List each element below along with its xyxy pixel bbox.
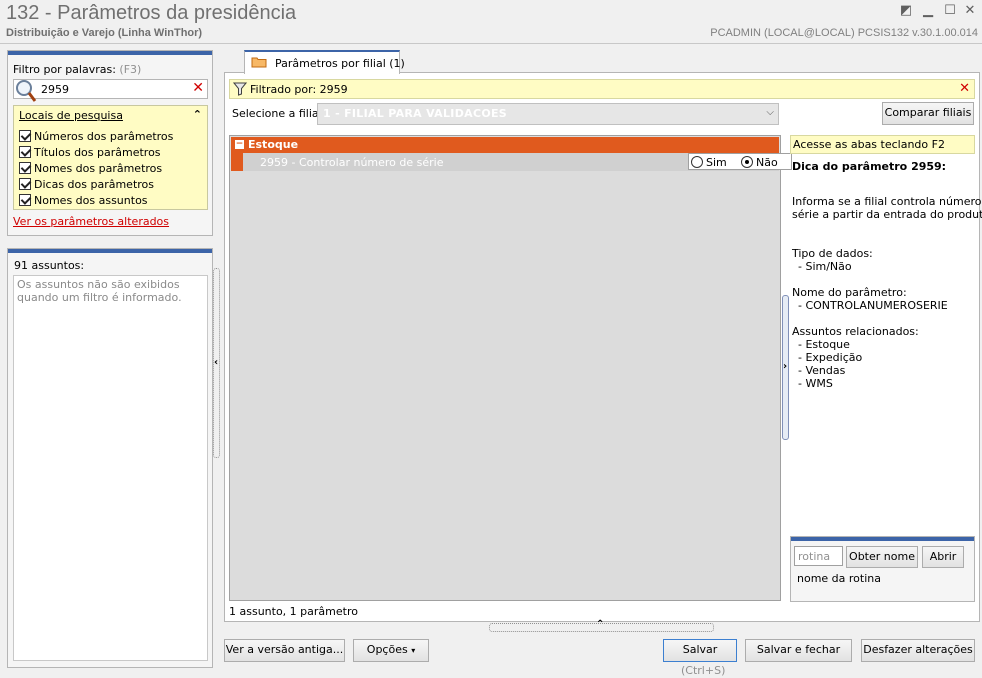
- checkbox-numbers[interactable]: Números dos parâmetros: [19, 128, 173, 144]
- radio-nao-label[interactable]: Não: [756, 156, 778, 169]
- help-tip: Acesse as abas teclando F2: [790, 135, 975, 154]
- checkbox-icon: [19, 178, 31, 190]
- help-tip-text: Acesse as abas teclando F2: [793, 138, 945, 151]
- group-label: Estoque: [248, 138, 299, 151]
- rotina-placeholder: rotina: [798, 550, 831, 563]
- checkbox-tips[interactable]: Dicas dos parâmetros: [19, 176, 154, 192]
- subjects-count: 91 assuntos:: [14, 259, 85, 272]
- panel-accent: [791, 537, 974, 541]
- subjects-panel: 91 assuntos: Os assuntos não são exibido…: [7, 248, 213, 668]
- abrir-button[interactable]: Abrir: [922, 546, 964, 568]
- help-param-name-value: - CONTROLANUMEROSERIE: [798, 299, 948, 312]
- clear-filter-icon[interactable]: ✕: [959, 81, 970, 96]
- parameter-options: Sim Não: [688, 153, 792, 170]
- help-param-name-label: Nome do parâmetro:: [792, 286, 907, 299]
- user-info: PCADMIN (LOCAL@LOCAL) PCSIS132 v.30.1.00…: [710, 27, 978, 39]
- filter-label-text: Filtro por palavras:: [13, 63, 116, 76]
- minimize-icon[interactable]: ▁: [920, 4, 936, 18]
- parameter-row[interactable]: 2959 - Controlar número de série Sim Não: [231, 153, 792, 171]
- chevron-up-icon[interactable]: ⌃: [596, 619, 604, 630]
- rotina-input[interactable]: rotina: [794, 546, 843, 566]
- save-shortcut-hint: (Ctrl+S): [681, 664, 726, 677]
- filter-label: Filtro por palavras: (F3): [13, 63, 141, 76]
- obter-nome-button[interactable]: Obter nome: [846, 546, 918, 568]
- title-bar: 132 - Parâmetros da presidência Distribu…: [0, 0, 982, 44]
- restore-layout-icon[interactable]: ◩: [898, 4, 914, 18]
- altered-params-link[interactable]: Ver os parâmetros alterados: [13, 215, 169, 228]
- help-description: Informa se a filial controla número de: [792, 195, 982, 208]
- filial-value: 1 - FILIAL PARA VALIDACOES: [323, 107, 508, 120]
- help-data-type-value: - Sim/Não: [798, 260, 852, 273]
- checkbox-label: Números dos parâmetros: [34, 129, 174, 143]
- subjects-message: Os assuntos não são exibidos quando um f…: [17, 278, 182, 304]
- checkbox-subjects[interactable]: Nomes dos assuntos: [19, 192, 148, 208]
- compare-filiais-button[interactable]: Comparar filiais: [882, 102, 974, 125]
- help-related-item: - Estoque: [798, 338, 850, 351]
- magnifier-icon: [15, 79, 37, 103]
- checkbox-names[interactable]: Nomes dos parâmetros: [19, 160, 162, 176]
- chevron-left-icon[interactable]: ‹: [214, 357, 218, 368]
- funnel-icon: [232, 82, 248, 96]
- chevron-down-icon: ⌵: [766, 107, 774, 118]
- filtered-bar: Filtrado por: 2959 ✕: [229, 79, 975, 99]
- dropdown-caret-icon: ▾: [411, 646, 416, 655]
- panel-accent: [8, 249, 212, 253]
- rotina-panel: rotina Obter nome Abrir nome da rotina: [790, 536, 975, 602]
- help-data-type-label: Tipo de dados:: [792, 247, 873, 260]
- filtered-text: Filtrado por: 2959: [250, 83, 348, 96]
- help-description: série a partir da entrada do produto.: [792, 208, 982, 221]
- parameters-grid: − Estoque 2959 - Controlar número de sér…: [229, 135, 792, 601]
- radio-nao[interactable]: [741, 156, 753, 168]
- radio-sim[interactable]: [691, 156, 703, 168]
- save-button[interactable]: Salvar: [663, 639, 737, 662]
- collapse-up-icon[interactable]: ⌃: [193, 108, 202, 121]
- filial-label: Selecione a filial:: [232, 107, 326, 120]
- help-related-item: - WMS: [798, 377, 833, 390]
- filter-shortcut: (F3): [119, 63, 142, 76]
- filter-panel: Filtro por palavras: (F3) 2959 ✕ Locais …: [7, 50, 213, 236]
- group-row-estoque[interactable]: − Estoque: [231, 137, 779, 153]
- tab-label: Parâmetros por filial (1): [275, 57, 405, 70]
- help-title: Dica do parâmetro 2959:: [792, 160, 947, 173]
- rotina-caption: nome da rotina: [797, 572, 881, 585]
- folder-icon: [251, 56, 267, 68]
- clear-search-icon[interactable]: ✕: [192, 80, 204, 96]
- collapse-minus-icon[interactable]: −: [235, 140, 244, 149]
- help-related-label: Assuntos relacionados:: [792, 325, 919, 338]
- tab-parametros-por-filial[interactable]: Parâmetros por filial (1): [244, 50, 405, 74]
- checkbox-icon: [19, 146, 31, 158]
- window-subtitle: Distribuição e Varejo (Linha WinThor): [6, 27, 203, 39]
- options-label: Opções: [366, 643, 408, 656]
- filial-select[interactable]: 1 - FILIAL PARA VALIDACOES ⌵: [317, 103, 779, 125]
- checkbox-icon: [19, 130, 31, 142]
- maximize-icon[interactable]: ☐: [942, 4, 958, 18]
- search-value: 2959: [41, 83, 69, 96]
- save-close-button[interactable]: Salvar e fechar: [745, 639, 852, 662]
- close-icon[interactable]: ✕: [962, 4, 978, 18]
- parameter-label: 2959 - Controlar número de série: [260, 156, 444, 169]
- search-locations-title: Locais de pesquisa: [19, 109, 123, 122]
- checkbox-label: Dicas dos parâmetros: [34, 177, 155, 191]
- help-related-item: - Expedição: [798, 351, 863, 364]
- search-input[interactable]: 2959 ✕: [13, 79, 208, 102]
- search-locations-box: Locais de pesquisa ⌃ Números dos parâmet…: [13, 105, 208, 210]
- panel-accent: [8, 51, 212, 55]
- checkbox-label: Nomes dos parâmetros: [34, 161, 163, 175]
- grid-status: 1 assunto, 1 parâmetro: [229, 605, 358, 618]
- options-button[interactable]: Opções ▾: [353, 639, 429, 662]
- checkbox-label: Nomes dos assuntos: [34, 193, 148, 207]
- help-related-item: - Vendas: [798, 364, 846, 377]
- undo-changes-button[interactable]: Desfazer alterações: [861, 639, 975, 662]
- old-version-button[interactable]: Ver a versão antiga...: [224, 639, 345, 662]
- checkbox-icon: [19, 162, 31, 174]
- subjects-list[interactable]: Os assuntos não são exibidos quando um f…: [13, 275, 208, 661]
- chevron-right-icon[interactable]: ›: [783, 361, 787, 372]
- radio-sim-label[interactable]: Sim: [706, 156, 727, 169]
- window-title: 132 - Parâmetros da presidência: [6, 2, 297, 24]
- checkbox-label: Títulos dos parâmetros: [34, 145, 161, 159]
- checkbox-titles[interactable]: Títulos dos parâmetros: [19, 144, 161, 160]
- checkbox-icon: [19, 194, 31, 206]
